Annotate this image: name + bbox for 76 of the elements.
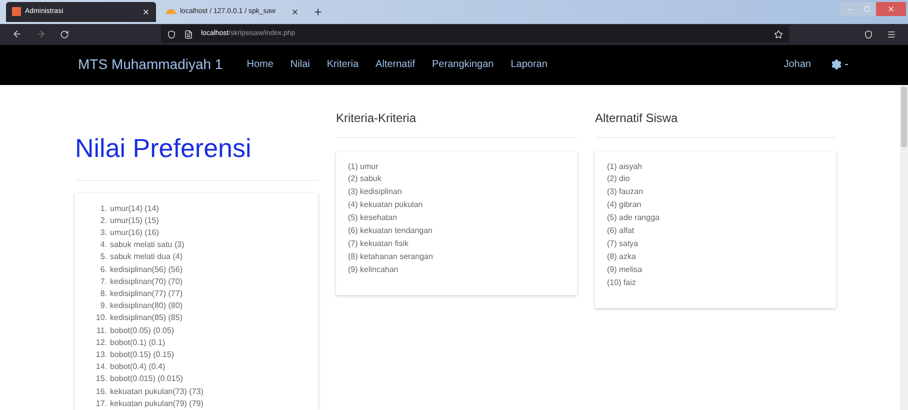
list-number: 9. — [99, 300, 108, 312]
list-item: bobot(0.4) (0.4) — [110, 361, 166, 374]
list-item: kedisiplinan(77) (77) — [110, 288, 182, 300]
list-item: (9) melisa — [607, 264, 644, 276]
list-number: 8. — [99, 288, 108, 300]
list-item: umur(16) (16) — [110, 226, 159, 239]
list-item: bobot(0.15) (0.15) — [110, 348, 174, 361]
list-number: 5. — [99, 251, 108, 264]
list-item: (5) kesehatan — [348, 212, 398, 224]
list-number: 2. — [99, 214, 108, 227]
page-heading: Nilai Preferensi — [75, 128, 318, 181]
list-number: 15. — [94, 373, 108, 386]
list-item: bobot(0.05) (0.05) — [110, 324, 174, 337]
nav-link[interactable]: Laporan — [510, 57, 548, 72]
list-item: (8) ketahanan serangan — [348, 250, 434, 263]
list-item: (2) dio — [607, 173, 631, 186]
list-number: 14. — [94, 361, 108, 374]
list-item: (9) kelincahan — [348, 264, 400, 276]
list-number: 3. — [99, 226, 108, 239]
nav-link[interactable]: Kriteria — [326, 57, 359, 72]
list-item: (7) satya — [607, 238, 640, 250]
list-item: sabuk melati dua (4) — [110, 251, 182, 264]
list-item: (7) kekuatan fisik — [348, 238, 410, 250]
brand-link[interactable]: MTS Muhammadiyah 1 — [78, 54, 223, 76]
scrollbar[interactable] — [900, 84, 908, 410]
list-item: (8) azka — [607, 250, 637, 263]
list-number: 1. — [99, 202, 108, 215]
close-icon[interactable] — [291, 8, 299, 16]
favicon-icon — [166, 9, 176, 14]
list-item: umur(14) (14) — [110, 202, 159, 215]
favicon-icon — [12, 7, 21, 16]
list-number: 6. — [99, 264, 108, 276]
new-tab-icon[interactable] — [313, 6, 323, 17]
list-item: (4) gibran — [607, 199, 642, 212]
section-title: Alternatif Siswa — [595, 98, 836, 138]
forward-icon[interactable] — [36, 29, 46, 40]
list-item: bobot(0.1) (0.1) — [110, 336, 166, 349]
list-number: 16. — [94, 386, 108, 398]
list-number: 12. — [94, 336, 108, 349]
list-item: (10) faiz — [607, 276, 637, 289]
list-item: (4) kekuatan pukulan — [348, 199, 424, 212]
reload-icon[interactable] — [60, 30, 69, 39]
nav-link[interactable]: Perangkingan — [432, 57, 494, 72]
list-number: 7. — [99, 276, 108, 288]
list-item: kekuatan pukulan(73) (73) — [110, 386, 204, 398]
back-icon[interactable] — [12, 29, 22, 40]
nav-link[interactable]: Home — [246, 57, 274, 72]
menu-icon[interactable] — [887, 30, 896, 39]
list-item: (1) aisyah — [607, 160, 644, 173]
list-item: kedisiplinan(80) (80) — [110, 300, 182, 312]
list-item: bobot(0.015) (0.015) — [110, 373, 183, 386]
list-number: 10. — [94, 312, 108, 324]
list-number: 17. — [94, 398, 108, 410]
list-item: umur(15) (15) — [110, 214, 159, 227]
list-item: kedisiplinan(56) (56) — [110, 264, 182, 276]
list-number: 4. — [99, 239, 108, 252]
list-item: (6) alfat — [607, 225, 636, 238]
list-item: (5) ade rangga — [607, 212, 660, 224]
list-item: (3) kedisiplinan — [348, 186, 403, 198]
list-number: 11. — [95, 324, 108, 337]
page-icon — [184, 30, 193, 39]
list-item: kedisiplinan(85) (85) — [110, 312, 182, 324]
bookmark-star-icon[interactable] — [774, 30, 783, 39]
user-link[interactable]: Johan — [784, 57, 811, 72]
list-item: (1) umur — [348, 160, 380, 173]
list-item: (3) fauzan — [607, 186, 644, 198]
list-item: (6) kekuatan tendangan — [348, 225, 434, 238]
list-number: 13. — [94, 348, 108, 361]
list-item: (2) sabuk — [348, 173, 382, 186]
nav-link[interactable]: Alternatif — [376, 57, 416, 72]
list-item: sabuk melati satu (3) — [110, 239, 184, 252]
nav-link[interactable]: Nilai — [290, 57, 310, 72]
list-item: kekuatan pukulan(79) (79) — [110, 398, 204, 410]
list-item: kedisiplinan(70) (70) — [110, 276, 182, 288]
shield-icon — [167, 30, 176, 39]
section-title: Kriteria-Kriteria — [336, 98, 577, 138]
